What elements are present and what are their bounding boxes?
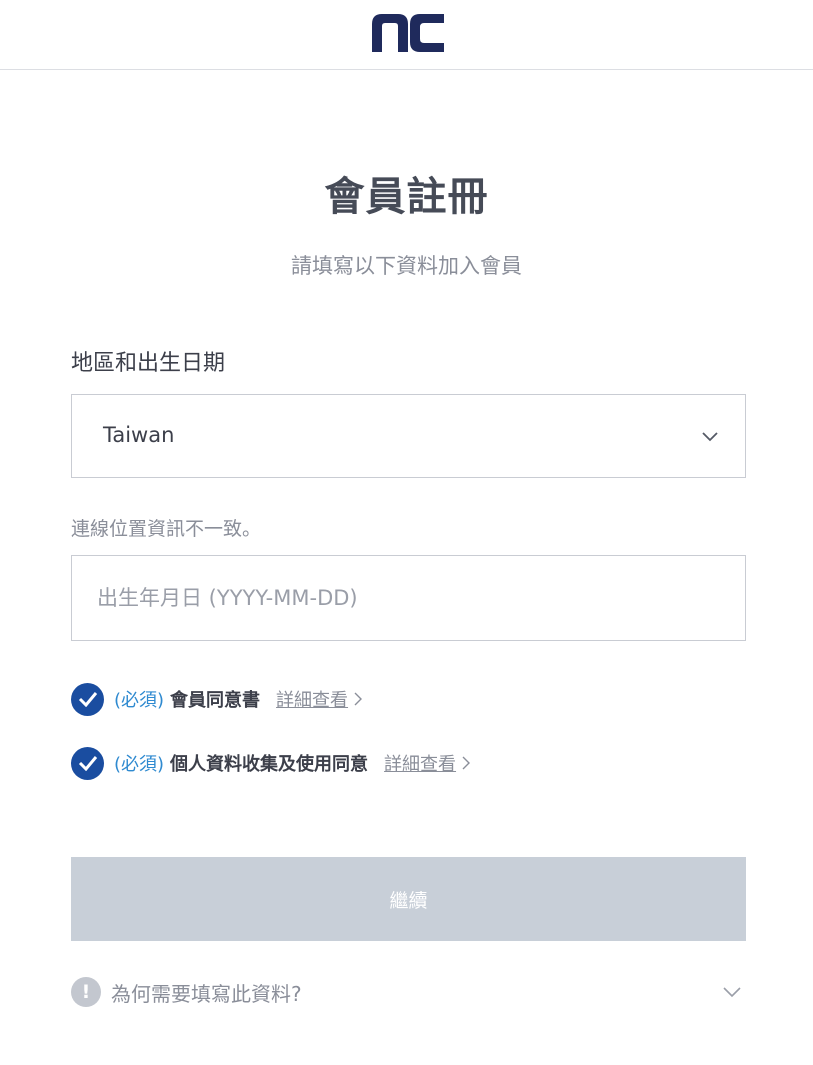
check-icon[interactable]	[71, 746, 104, 780]
chevron-down-icon	[723, 987, 741, 998]
agreement-membership: (必須) 會員同意書 詳細查看	[71, 682, 363, 716]
page-subtitle: 請填寫以下資料加入會員	[291, 254, 522, 278]
chevron-right-icon	[354, 692, 363, 706]
check-icon[interactable]	[71, 682, 104, 716]
page-title: 會員註冊	[324, 174, 489, 220]
region-select[interactable]: Taiwan	[71, 394, 746, 478]
view-details-label: 詳細查看	[276, 690, 349, 711]
view-details-link[interactable]: 詳細查看	[276, 686, 363, 712]
view-details-label: 詳細查看	[384, 754, 457, 775]
location-mismatch-warning: 連線位置資訊不一致。	[71, 518, 262, 540]
exclamation-icon: !	[71, 977, 101, 1007]
agreement-title: 會員同意書	[170, 690, 261, 711]
why-info-question: 為何需要填寫此資料?	[111, 981, 302, 1006]
chevron-down-icon	[702, 432, 718, 442]
region-birthdate-label: 地區和出生日期	[71, 351, 226, 376]
continue-button[interactable]: 繼續	[71, 857, 746, 941]
required-label: (必須)	[114, 690, 165, 711]
nc-logo[interactable]	[372, 14, 444, 52]
agreement-privacy: (必須) 個人資料收集及使用同意 詳細查看	[71, 746, 471, 780]
birthdate-input[interactable]	[71, 555, 746, 641]
region-select-value: Taiwan	[103, 423, 175, 447]
why-info-toggle[interactable]: ! 為何需要填寫此資料?	[71, 976, 746, 1008]
required-label: (必須)	[114, 754, 165, 775]
view-details-link[interactable]: 詳細查看	[384, 750, 471, 776]
chevron-right-icon	[462, 756, 471, 770]
site-header	[0, 0, 813, 70]
agreement-title: 個人資料收集及使用同意	[170, 754, 369, 775]
